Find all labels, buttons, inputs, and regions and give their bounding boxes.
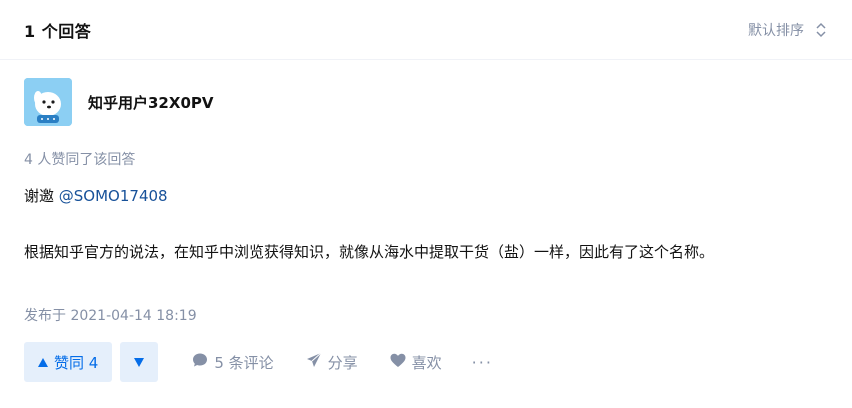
comments-label: 5 条评论 [214,353,274,372]
thanks-line: 谢邀 @SOMO17408 [24,182,822,210]
like-button[interactable]: 喜欢 [390,352,442,373]
author-info: 知乎用户32X0PV [24,78,213,126]
like-label: 喜欢 [411,353,442,372]
comment-bubble-icon [192,352,208,372]
publish-time[interactable]: 发布于 2021-04-14 18:19 [24,305,197,325]
triangle-down-icon [134,355,145,370]
comments-button[interactable]: 5 条评论 [192,352,274,373]
avatar[interactable] [24,78,72,126]
downvote-button[interactable] [120,342,159,382]
more-options-button[interactable]: ··· [472,353,493,372]
answer-count: 1 个回答 [24,21,92,41]
paper-plane-icon [306,352,322,372]
triangle-up-icon [38,353,48,371]
action-bar: 赞同 4 5 条评论 分享 喜欢 ··· [24,342,493,382]
votes-note: 4 人赞同了该回答 [24,152,136,168]
mention-link[interactable]: @SOMO17408 [59,187,168,205]
upvote-label: 赞同 4 [54,353,99,372]
share-label: 分享 [327,353,358,372]
share-button[interactable]: 分享 [306,352,358,373]
author-name[interactable]: 知乎用户32X0PV [88,92,213,113]
sort-arrows-icon [814,22,828,38]
heart-icon [390,353,406,372]
sort-label: 默认排序 [748,22,804,39]
answers-header: 1 个回答 默认排序 [0,0,852,60]
thanks-prefix: 谢邀 [24,187,59,205]
answer-card: 1 个回答 默认排序 知乎用户32X0PV 4 人赞同了该回答 谢邀 @SOMO… [0,0,852,408]
upvote-button[interactable]: 赞同 4 [24,342,113,382]
answer-paragraph: 根据知乎官方的说法，在知乎中浏览获得知识，就像从海水中提取干货（盐）一样，因此有… [24,243,715,261]
sort-dropdown[interactable]: 默认排序 [748,20,828,40]
